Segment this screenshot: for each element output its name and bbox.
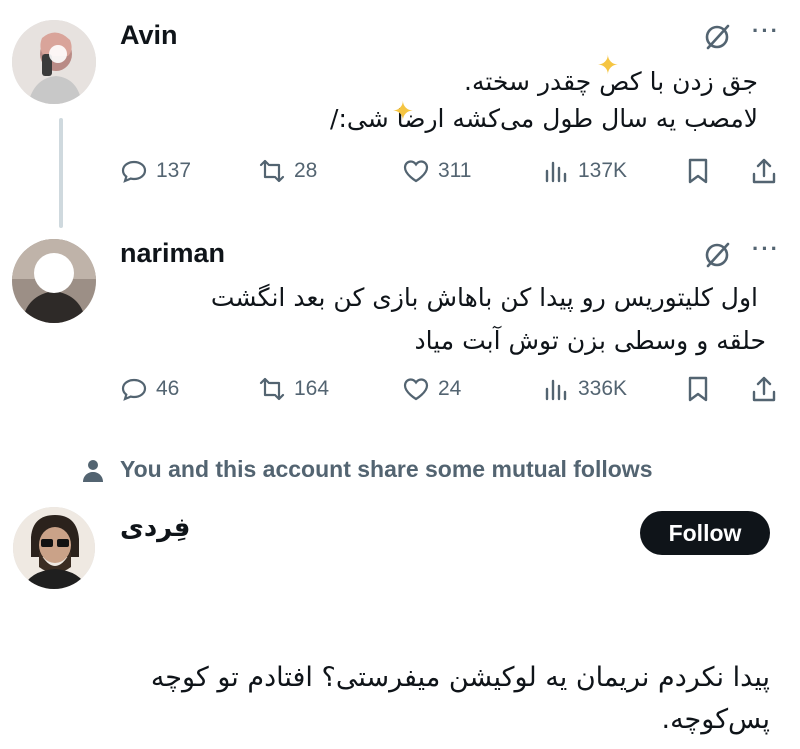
repost-count: 28	[294, 159, 318, 182]
more-icon[interactable]: ···	[752, 18, 780, 44]
views-button[interactable]: 137K	[542, 157, 627, 185]
more-icon[interactable]: ···	[752, 236, 780, 262]
share-icon[interactable]	[750, 375, 778, 403]
reply-count: 46	[156, 377, 180, 400]
tweet-2-line-2: حلقه و وسطی بزن توش آبت میاد	[414, 326, 766, 355]
reply-icon	[121, 160, 147, 183]
views-icon	[545, 161, 567, 183]
profile-name[interactable]: فِردی	[120, 513, 190, 543]
reply-button[interactable]: 46	[120, 375, 179, 403]
views-button[interactable]: 336K	[542, 375, 627, 403]
post-line-1: پیدا نکردم نریمان یه لوکیشن میفرستی؟ افت…	[150, 662, 770, 693]
reply-button[interactable]: 137	[120, 157, 191, 185]
avatar-avin-image	[12, 20, 96, 104]
tweet-2-author-name[interactable]: nariman	[120, 238, 225, 269]
avatar-avin[interactable]	[12, 20, 96, 104]
like-icon	[403, 160, 429, 183]
views-count: 336K	[578, 377, 628, 400]
post-line-2: پس‌کوچه.	[661, 704, 771, 735]
like-button[interactable]: 311	[402, 157, 471, 185]
avatar-nariman[interactable]	[12, 239, 96, 323]
like-count: 24	[438, 377, 462, 400]
sparkle-icon: ✦	[597, 50, 619, 80]
tweet-2-line-1: اول کلیتوریس رو پیدا کن باهاش بازی کن بع…	[210, 283, 758, 312]
bookmark-icon[interactable]	[684, 375, 712, 403]
mutual-follows-notice: You and this account share some mutual f…	[80, 456, 653, 483]
thread-line	[59, 118, 63, 228]
reply-icon	[121, 378, 147, 401]
tweet-1-author-name[interactable]: Avin	[120, 20, 178, 51]
views-icon	[545, 379, 567, 401]
sparkle-icon: ✦	[392, 96, 414, 126]
avatar-fredi[interactable]	[13, 507, 95, 589]
repost-icon	[259, 377, 285, 401]
mutual-follows-text: You and this account share some mutual f…	[120, 456, 653, 482]
repost-count: 164	[294, 377, 330, 400]
reply-count: 137	[156, 159, 192, 182]
follow-button[interactable]: Follow	[640, 511, 770, 555]
views-count: 137K	[578, 159, 628, 182]
like-count: 311	[438, 159, 472, 182]
share-icon[interactable]	[750, 157, 778, 185]
grok-icon[interactable]	[702, 22, 732, 52]
avatar-fredi-image	[13, 507, 95, 589]
avatar-nariman-image	[12, 239, 96, 323]
like-icon	[403, 378, 429, 401]
repost-button[interactable]: 28	[258, 157, 317, 185]
person-icon	[83, 459, 103, 482]
like-button[interactable]: 24	[402, 375, 461, 403]
repost-icon	[259, 159, 285, 183]
grok-icon[interactable]	[702, 240, 732, 270]
bookmark-icon[interactable]	[684, 157, 712, 185]
repost-button[interactable]: 164	[258, 375, 329, 403]
